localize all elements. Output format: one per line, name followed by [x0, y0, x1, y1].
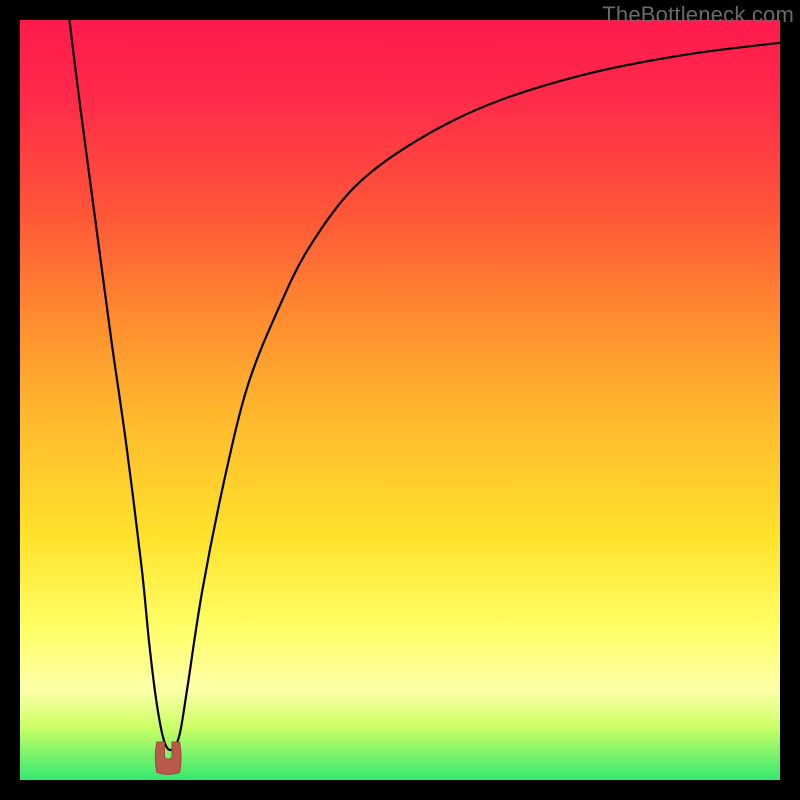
bottleneck-curve — [69, 20, 780, 750]
chart-plot-area — [20, 20, 780, 780]
curve-minimum-marker — [155, 742, 181, 774]
chart-outer-frame: TheBottleneck.com — [0, 0, 800, 800]
chart-svg — [20, 20, 780, 780]
watermark-text: TheBottleneck.com — [602, 2, 794, 28]
